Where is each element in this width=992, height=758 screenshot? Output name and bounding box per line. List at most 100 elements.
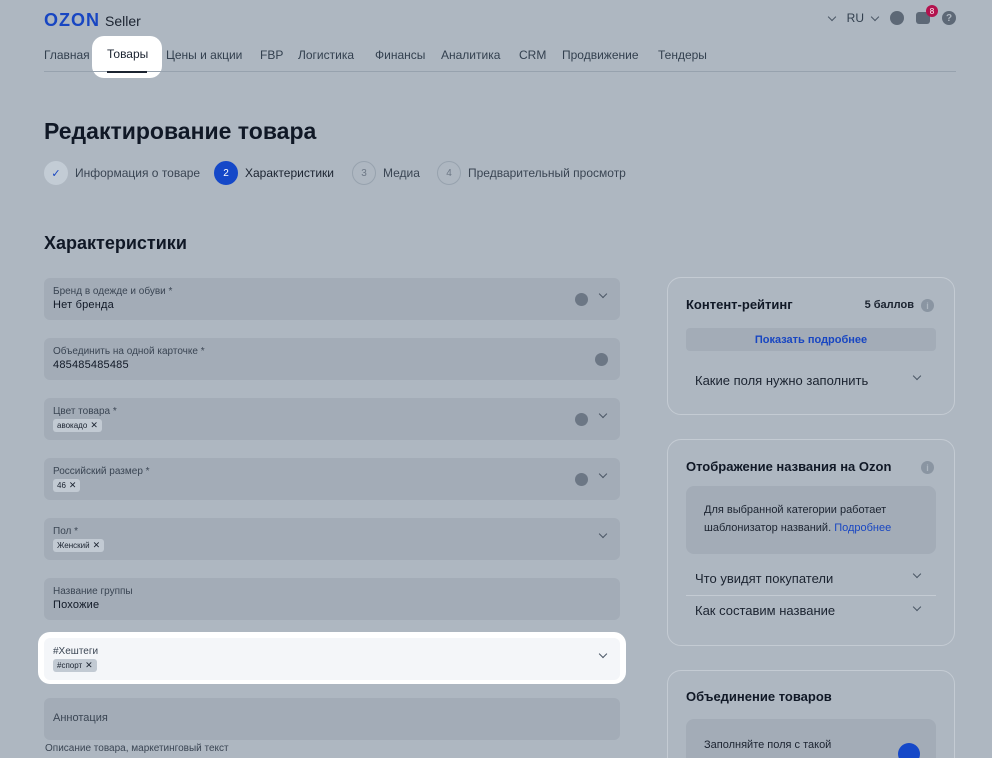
hashtag-chip: #спорт ✕ [53, 659, 97, 672]
field-label: Пол * [53, 526, 79, 537]
close-icon[interactable]: ✕ [69, 480, 77, 491]
field-value: Похожие [53, 599, 100, 611]
step-characteristics[interactable]: 2 Характеристики [214, 161, 334, 185]
nav-item-main[interactable]: Главная [44, 48, 90, 62]
step-info[interactable]: ✓ Информация о товаре [44, 161, 200, 185]
color-field[interactable]: Цвет товара * авокадо ✕ [44, 398, 620, 440]
chip-label: 46 [57, 481, 66, 490]
chip-label: #спорт [57, 661, 83, 670]
field-label: Цвет товара * [53, 406, 117, 417]
step-label: Предварительный просмотр [468, 166, 626, 180]
sync-icon[interactable] [575, 473, 588, 486]
sync-icon[interactable] [575, 293, 588, 306]
merge-products-card: Объединение товаров Заполняйте поля с та… [667, 670, 955, 758]
gender-field[interactable]: Пол * Женский ✕ [44, 518, 620, 560]
sync-icon [898, 743, 920, 758]
logo-product: Seller [105, 13, 141, 29]
chevron-down-icon [912, 569, 922, 579]
gender-chip: Женский ✕ [53, 539, 105, 552]
step-media[interactable]: 3 Медиа [352, 161, 420, 185]
nav-item-crm[interactable]: CRM [519, 48, 546, 62]
chevron-down-icon[interactable] [598, 649, 608, 659]
info-icon[interactable]: i [921, 461, 934, 474]
chevron-down-icon [870, 12, 880, 21]
top-bar: OZON Seller RU 8 ? [44, 5, 956, 32]
chat-icon[interactable]: 8 [916, 5, 938, 24]
sync-icon[interactable] [575, 413, 588, 426]
required-fields-accordion[interactable]: Какие поля нужно заполнить [686, 365, 936, 395]
step-label: Характеристики [245, 166, 334, 180]
color-chip: авокадо ✕ [53, 419, 102, 432]
close-icon[interactable]: ✕ [90, 420, 98, 431]
step-number: 2 [214, 161, 238, 185]
language-selector[interactable]: RU [846, 11, 880, 25]
check-icon: ✓ [44, 161, 68, 185]
size-chip: 46 ✕ [53, 479, 81, 492]
buyer-view-accordion[interactable]: Что увидят покупатели [686, 563, 936, 593]
accordion-label: Какие поля нужно заполнить [695, 372, 869, 388]
step-preview[interactable]: 4 Предварительный просмотр [437, 161, 626, 185]
field-placeholder: Аннотация [53, 712, 108, 724]
info-icon[interactable]: i [921, 299, 934, 312]
field-label: Российский размер * [53, 466, 150, 477]
note-text: Заполняйте поля с такой [704, 739, 832, 751]
field-label: Название группы [53, 586, 133, 597]
nav-active-indicator [107, 71, 147, 73]
annotation-hint: Описание товара, маркетинговый текст [45, 743, 229, 754]
close-icon[interactable]: ✕ [85, 660, 93, 671]
annotation-field[interactable]: Аннотация [44, 698, 620, 740]
step-number: 4 [437, 161, 461, 185]
field-label: Бренд в одежде и обуви * [53, 286, 173, 297]
notifications-badge: 8 [926, 5, 938, 17]
nav-item-prices[interactable]: Цены и акции [166, 48, 242, 62]
card-title: Контент-рейтинг [686, 297, 793, 312]
chevron-down-icon[interactable] [598, 409, 608, 419]
nav-item-fbp[interactable]: FBP [260, 48, 283, 62]
merge-card-field[interactable]: Объединить на одной карточке * 485485485… [44, 338, 620, 380]
nav-item-finance[interactable]: Финансы [375, 48, 425, 62]
nav-item-tenders[interactable]: Тендеры [658, 48, 707, 62]
chevron-down-icon [912, 602, 922, 612]
card-title: Отображение названия на Ozon [686, 459, 892, 474]
ozon-seller-logo[interactable]: OZON Seller [44, 10, 141, 31]
size-field[interactable]: Российский размер * 46 ✕ [44, 458, 620, 500]
group-name-field[interactable]: Название группы Похожие [44, 578, 620, 620]
chip-label: авокадо [57, 421, 88, 430]
merge-note: Заполняйте поля с такой [686, 719, 936, 758]
more-link[interactable]: Подробнее [834, 522, 891, 534]
chevron-down-icon[interactable] [827, 12, 836, 21]
accordion-label: Как составим название [695, 603, 836, 618]
nav-item-analytics[interactable]: Аналитика [441, 48, 500, 62]
logo-brand: OZON [44, 10, 100, 30]
chevron-down-icon [912, 371, 922, 381]
card-title: Объединение товаров [686, 689, 832, 704]
close-icon[interactable]: ✕ [93, 540, 101, 551]
chevron-down-icon[interactable] [598, 469, 608, 479]
nav-item-promotion[interactable]: Продвижение [562, 48, 639, 62]
name-display-card: Отображение названия на Ozon i Для выбра… [667, 439, 955, 646]
nav-item-products[interactable]: Товары [107, 47, 148, 61]
accordion-label: Что увидят покупатели [695, 570, 834, 586]
rating-score: 5 баллов [864, 299, 914, 311]
help-icon[interactable]: ? [942, 11, 956, 25]
nav-item-logistics[interactable]: Логистика [298, 48, 354, 62]
brand-field[interactable]: Бренд в одежде и обуви * Нет бренда [44, 278, 620, 320]
chip-label: Женский [57, 541, 90, 550]
field-value: Нет бренда [53, 299, 114, 311]
page-title: Редактирование товара [44, 118, 317, 144]
section-title: Характеристики [44, 233, 187, 253]
show-more-button[interactable]: Показать подробнее [686, 328, 936, 351]
field-label: #Хештеги [53, 646, 99, 657]
language-label: RU [846, 11, 864, 25]
chevron-down-icon[interactable] [598, 289, 608, 299]
field-label: Объединить на одной карточке * [53, 346, 205, 357]
sync-icon[interactable] [595, 353, 608, 366]
user-icon[interactable] [890, 11, 904, 25]
header-actions: RU 8 ? [827, 5, 956, 25]
chevron-down-icon[interactable] [598, 529, 608, 539]
template-note: Для выбранной категории работает шаблони… [686, 486, 936, 554]
name-build-accordion[interactable]: Как составим название [686, 595, 936, 625]
step-number: 3 [352, 161, 376, 185]
hashtags-field[interactable]: #Хештеги #спорт ✕ [44, 638, 620, 680]
step-label: Медиа [383, 166, 420, 180]
